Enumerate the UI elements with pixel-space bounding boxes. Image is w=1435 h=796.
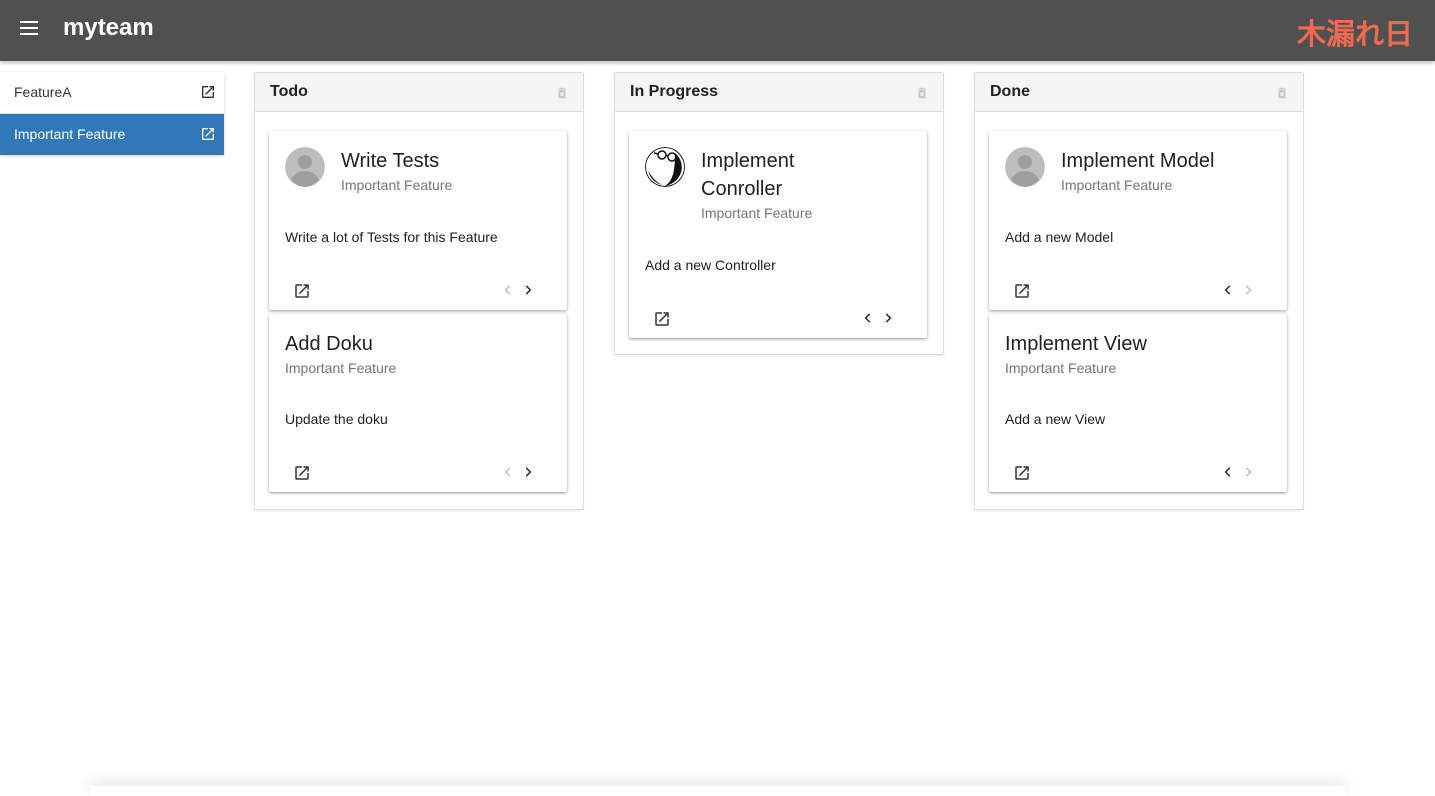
task-card[interactable]: Implement Model Important Feature Add a … (989, 131, 1287, 310)
sidebar-item-label: Important Feature (14, 126, 126, 142)
column-header: Done (975, 73, 1303, 112)
open-external-icon[interactable] (293, 464, 311, 482)
column-title: In Progress (630, 83, 719, 100)
chevron-left-icon[interactable] (861, 311, 875, 325)
column-in-progress: In Progress Implement Conroller Importan… (614, 72, 944, 355)
avatar-placeholder-icon (285, 147, 325, 187)
card-description: Add a new View (1005, 411, 1106, 427)
card-actions (989, 270, 1287, 310)
trash-icon[interactable] (915, 85, 929, 101)
column-todo: Todo Write Tests Important Feature Write… (254, 72, 584, 510)
avatar-image (645, 147, 685, 187)
task-card[interactable]: Implement Conroller Important Feature Ad… (629, 131, 927, 338)
sidebar-item-important-feature[interactable]: Important Feature (0, 114, 224, 155)
column-header: In Progress (615, 73, 943, 112)
open-external-icon[interactable] (1013, 282, 1031, 300)
sidebar-item-featurea[interactable]: FeatureA (0, 72, 224, 114)
card-title-line-2: Conroller (701, 178, 783, 200)
chevron-left-icon[interactable] (1221, 283, 1235, 297)
card-title: Implement View (1005, 333, 1147, 355)
task-card[interactable]: Implement View Important Feature Add a n… (989, 314, 1287, 492)
card-subtitle: Important Feature (341, 177, 453, 193)
card-subtitle: Important Feature (285, 360, 397, 376)
card-description: Write a lot of Tests for this Feature (285, 229, 498, 245)
chevron-right-icon[interactable] (521, 283, 535, 297)
sidebar-item-label: FeatureA (14, 84, 72, 100)
chevron-right-icon[interactable] (881, 311, 895, 325)
column-done: Done Implement Model Important Feature A… (974, 72, 1304, 510)
avatar-placeholder-icon (1005, 147, 1045, 187)
app-title: myteam (63, 14, 154, 41)
chevron-right-icon[interactable] (521, 465, 535, 479)
column-header: Todo (255, 73, 583, 112)
column-title: Done (990, 83, 1030, 100)
open-external-icon[interactable] (293, 282, 311, 300)
trash-icon[interactable] (555, 85, 569, 101)
card-title: Implement Model (1061, 150, 1215, 172)
chevron-left-icon[interactable] (501, 283, 515, 297)
feature-sidebar: FeatureA Important Feature (0, 72, 224, 155)
card-actions (269, 270, 567, 310)
open-external-icon[interactable] (200, 84, 216, 100)
chevron-left-icon[interactable] (1221, 465, 1235, 479)
chevron-right-icon[interactable] (1241, 465, 1255, 479)
task-card[interactable]: Add Doku Important Feature Update the do… (269, 314, 567, 492)
column-title: Todo (270, 83, 308, 100)
card-description: Update the doku (285, 411, 388, 427)
open-external-icon[interactable] (653, 310, 671, 328)
card-subtitle: Important Feature (701, 205, 813, 221)
card-subtitle: Important Feature (1005, 360, 1117, 376)
chevron-right-icon[interactable] (1241, 283, 1255, 297)
card-description: Add a new Model (1005, 229, 1114, 245)
task-card[interactable]: Write Tests Important Feature Write a lo… (269, 131, 567, 310)
menu-icon[interactable] (20, 21, 42, 39)
top-app-bar: myteam 木漏れ日 (0, 0, 1435, 61)
card-title: Add Doku (285, 333, 373, 355)
trash-icon[interactable] (1275, 85, 1289, 101)
card-actions (629, 298, 927, 338)
open-external-icon[interactable] (200, 126, 216, 142)
card-subtitle: Important Feature (1061, 177, 1173, 193)
card-description: Add a new Controller (645, 257, 776, 273)
card-actions (989, 452, 1287, 492)
card-title: Write Tests (341, 150, 440, 172)
open-external-icon[interactable] (1013, 464, 1031, 482)
card-actions (269, 452, 567, 492)
brand-logo: 木漏れ日 (1296, 17, 1413, 51)
bottom-shadow (90, 786, 1345, 796)
chevron-left-icon[interactable] (501, 465, 515, 479)
card-title-line-1: Implement (701, 150, 795, 172)
